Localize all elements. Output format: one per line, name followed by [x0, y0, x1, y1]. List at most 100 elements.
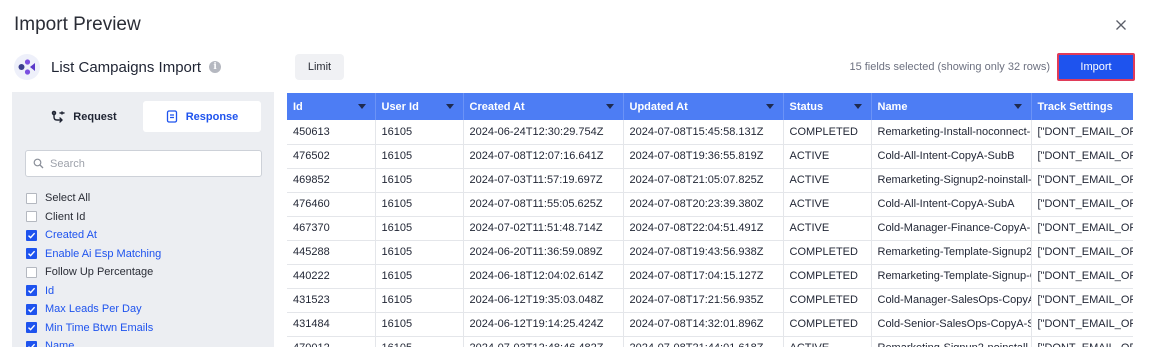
- field-option[interactable]: Id: [26, 282, 161, 301]
- preview-table-container[interactable]: Id User Id Created At Updated At Status Name T…: [287, 93, 1133, 347]
- table-cell: Cold-All-Intent-CopyA-SubB: [871, 144, 1032, 169]
- column-header[interactable]: Created At: [463, 93, 624, 120]
- table-cell: 16105: [375, 240, 464, 265]
- column-header[interactable]: User Id: [375, 93, 464, 120]
- fields-selected-note: 15 fields selected (showing only 32 rows…: [849, 61, 1050, 73]
- preview-table: Id User Id Created At Updated At Status Name T…: [287, 93, 1133, 347]
- column-header-label: Updated At: [629, 100, 688, 113]
- table-cell: Remarketing-Signup2-noinstall-CopyB: [871, 336, 1032, 347]
- sort-dropdown-icon[interactable]: [445, 104, 454, 109]
- field-option-label: Enable Ai Esp Matching: [45, 247, 162, 260]
- tab-request-label: Request: [73, 110, 117, 123]
- table-cell: 2024-06-12T19:35:03.048Z: [463, 288, 624, 313]
- table-cell: 476502: [287, 144, 376, 169]
- field-option-label: Select All: [45, 192, 91, 205]
- table-cell: 2024-07-03T12:48:46.482Z: [463, 336, 624, 347]
- table-cell: ["DONT_EMAIL_OPEN"]: [1031, 288, 1133, 313]
- checkbox-icon[interactable]: [26, 211, 37, 223]
- column-header[interactable]: Id: [287, 93, 376, 120]
- limit-button[interactable]: Limit: [295, 54, 344, 80]
- table-row: 476502 16105 2024-07-08T12:07:16.641Z 2024-…: [287, 144, 1133, 169]
- table-cell: COMPLETED: [783, 240, 872, 265]
- table-cell: 16105: [375, 192, 464, 217]
- column-header-label: Name: [877, 100, 908, 113]
- table-cell: ["DONT_EMAIL_OPEN"]: [1031, 192, 1133, 217]
- table-cell: 2024-07-08T14:32:01.896Z: [623, 312, 784, 337]
- table-cell: 16105: [375, 264, 464, 289]
- table-cell: ACTIVE: [783, 192, 872, 217]
- table-row: 450613 16105 2024-06-24T12:30:29.754Z 2024-…: [287, 120, 1133, 145]
- column-header[interactable]: Name: [871, 93, 1032, 120]
- field-option[interactable]: Created At: [26, 226, 161, 245]
- table-cell: 2024-06-24T12:30:29.754Z: [463, 120, 624, 145]
- field-option[interactable]: Client Id: [26, 208, 161, 227]
- checkbox-icon[interactable]: [26, 266, 37, 278]
- field-option-label: Name: [45, 340, 75, 347]
- table-header-row: Id User Id Created At Updated At Status Name T…: [287, 93, 1133, 120]
- field-option-label: Client Id: [45, 210, 86, 223]
- table-cell: 431484: [287, 312, 376, 337]
- checkbox-checked-icon[interactable]: [26, 229, 37, 241]
- table-cell: ["DONT_EMAIL_OPEN"]: [1031, 120, 1133, 145]
- checkbox-checked-icon[interactable]: [26, 285, 37, 297]
- table-cell: Remarketing-Signup2-noinstall-CopyA: [871, 168, 1032, 193]
- tab-request[interactable]: Request: [25, 101, 143, 132]
- column-header[interactable]: Updated At: [623, 93, 784, 120]
- column-header[interactable]: Track Settings: [1031, 93, 1133, 120]
- table-cell: ["DONT_EMAIL_OPEN"]: [1031, 216, 1133, 241]
- field-option[interactable]: Enable Ai Esp Matching: [26, 245, 161, 264]
- column-header-label: Track Settings: [1037, 100, 1113, 113]
- table-cell: ["DONT_EMAIL_OPEN"]: [1031, 168, 1133, 193]
- sort-dropdown-icon[interactable]: [853, 104, 862, 109]
- table-cell: COMPLETED: [783, 264, 872, 289]
- table-cell: Cold-All-Intent-CopyA-SubA: [871, 192, 1032, 217]
- table-cell: 2024-06-20T11:36:59.089Z: [463, 240, 624, 265]
- checkbox-checked-icon[interactable]: [26, 303, 37, 315]
- table-cell: 470012: [287, 336, 376, 347]
- table-cell: 445288: [287, 240, 376, 265]
- table-cell: 2024-07-08T11:55:05.625Z: [463, 192, 624, 217]
- field-option-label: Follow Up Percentage: [45, 266, 154, 279]
- checkbox-icon[interactable]: [26, 192, 37, 204]
- import-button[interactable]: Import: [1057, 53, 1135, 81]
- table-cell: 2024-07-08T22:04:51.491Z: [623, 216, 784, 241]
- table-cell: Cold-Manager-Finance-CopyA-SubA: [871, 216, 1032, 241]
- table-cell: ["DONT_EMAIL_OPEN"]: [1031, 240, 1133, 265]
- table-cell: Remarketing-Template-Signup-CopyA: [871, 264, 1032, 289]
- column-header[interactable]: Status: [783, 93, 872, 120]
- table-cell: COMPLETED: [783, 120, 872, 145]
- search-input[interactable]: [50, 157, 250, 170]
- search-field[interactable]: [25, 150, 262, 177]
- table-cell: 2024-07-08T17:21:56.935Z: [623, 288, 784, 313]
- table-cell: 16105: [375, 312, 464, 337]
- table-cell: ACTIVE: [783, 336, 872, 347]
- sort-dropdown-icon[interactable]: [605, 104, 614, 109]
- field-option[interactable]: Max Leads Per Day: [26, 300, 161, 319]
- table-cell: ["DONT_EMAIL_OPEN"]: [1031, 336, 1133, 347]
- checkbox-checked-icon[interactable]: [26, 248, 37, 260]
- field-option-label: Max Leads Per Day: [45, 303, 142, 316]
- field-option[interactable]: Select All: [26, 189, 161, 208]
- table-cell: 2024-07-02T11:51:48.714Z: [463, 216, 624, 241]
- modal-title: Import Preview: [14, 14, 141, 35]
- checkbox-checked-icon[interactable]: [26, 322, 37, 334]
- info-icon[interactable]: i: [209, 61, 222, 73]
- checkbox-checked-icon[interactable]: [26, 340, 37, 347]
- field-option[interactable]: Follow Up Percentage: [26, 263, 161, 282]
- sort-dropdown-icon[interactable]: [1013, 104, 1022, 109]
- table-cell: 450613: [287, 120, 376, 145]
- table-cell: 16105: [375, 168, 464, 193]
- field-option[interactable]: Min Time Btwn Emails: [26, 319, 161, 338]
- sort-dropdown-icon[interactable]: [765, 104, 774, 109]
- column-header-label: Id: [293, 100, 303, 113]
- table-row: 469852 16105 2024-07-03T11:57:19.697Z 2024-…: [287, 168, 1133, 193]
- table-row: 445288 16105 2024-06-20T11:36:59.089Z 2024-…: [287, 240, 1133, 265]
- tab-response[interactable]: Response: [143, 101, 261, 132]
- field-option[interactable]: Name: [26, 337, 161, 347]
- close-icon[interactable]: [1112, 16, 1130, 34]
- sort-dropdown-icon[interactable]: [357, 104, 366, 109]
- table-cell: COMPLETED: [783, 312, 872, 337]
- table-row: 431484 16105 2024-06-12T19:14:25.424Z 2024-…: [287, 312, 1133, 337]
- column-header-label: Status: [789, 100, 824, 113]
- table-cell: 16105: [375, 216, 464, 241]
